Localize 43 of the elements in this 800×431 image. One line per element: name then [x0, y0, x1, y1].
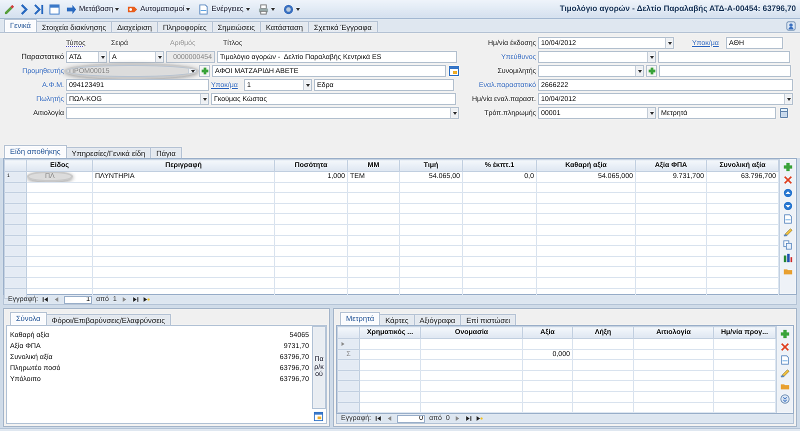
previous-record-button[interactable] [53, 296, 60, 303]
collapse-icon[interactable] [780, 394, 790, 404]
calculator-icon[interactable] [778, 107, 790, 119]
form-icon[interactable] [49, 4, 60, 14]
help-icon [282, 4, 294, 14]
input-field[interactable] [659, 65, 791, 77]
move-down-icon[interactable] [783, 201, 793, 211]
calendar-icon[interactable] [448, 65, 460, 77]
document-icon[interactable] [783, 214, 793, 224]
arrow-icon [66, 4, 77, 14]
add-icon [648, 67, 656, 75]
add-button[interactable] [199, 65, 210, 77]
last-icon[interactable] [34, 4, 45, 14]
last-record-button[interactable] [464, 415, 472, 422]
next-record-button[interactable] [120, 296, 128, 303]
edit-icon[interactable] [4, 4, 15, 14]
input-field[interactable] [658, 51, 790, 63]
last-record-button[interactable] [132, 296, 139, 303]
current-row-icon[interactable] [340, 340, 346, 347]
new-record-button[interactable] [142, 296, 150, 303]
copy-icon[interactable] [783, 240, 793, 250]
add-icon[interactable] [783, 162, 793, 172]
new-record-button[interactable] [476, 415, 483, 422]
next-record-button[interactable] [454, 415, 461, 422]
move-up-icon[interactable] [783, 188, 793, 198]
previous-record-button[interactable] [386, 415, 394, 422]
edit-icon[interactable] [783, 227, 793, 237]
printer-icon [258, 4, 269, 14]
add-button[interactable] [646, 65, 657, 77]
user-icon[interactable] [786, 21, 796, 31]
delete-icon[interactable] [783, 175, 793, 185]
chart-icon[interactable] [783, 253, 793, 263]
document-icon[interactable] [780, 355, 790, 365]
first-record-button[interactable] [42, 296, 50, 303]
edit-icon[interactable] [780, 368, 790, 378]
window-title: Τιμολόγιο αγορών - Δελτίο Παραλαβής ΑΤΔ-Α-00454: 63796,70 [560, 5, 796, 13]
calendar-icon[interactable] [313, 411, 324, 422]
add-icon [200, 67, 208, 75]
forward-icon[interactable] [19, 4, 30, 14]
document-icon [198, 4, 210, 14]
add-icon[interactable] [780, 329, 790, 339]
delete-icon[interactable] [780, 342, 790, 352]
first-record-button[interactable] [375, 415, 382, 422]
